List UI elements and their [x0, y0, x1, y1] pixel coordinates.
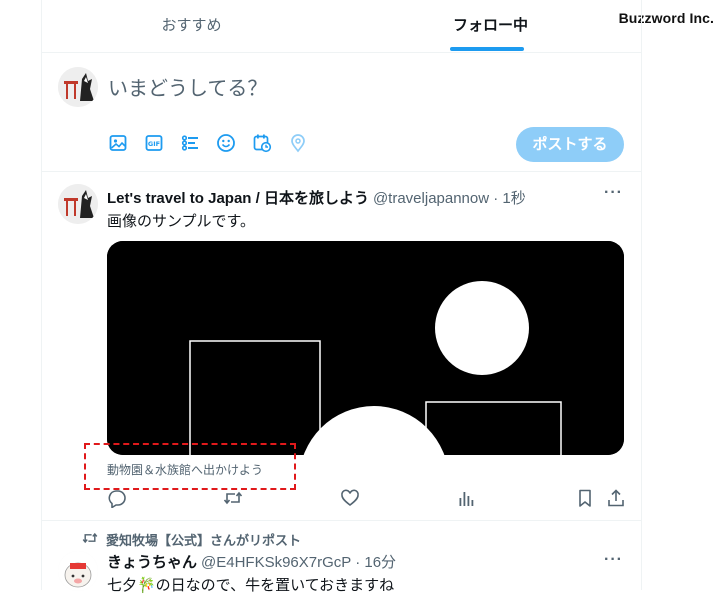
repost-header: きょうちゃん @E4HFKSk96X7rGcP · 16分	[107, 551, 396, 572]
image-caption: 動物園＆水族館へ出かけよう	[107, 463, 264, 477]
reposted-by-label[interactable]: 愛知牧場【公式】さんがリポスト	[106, 530, 301, 549]
active-tab-indicator	[450, 47, 524, 51]
author-name[interactable]: きょうちゃん	[107, 554, 197, 571]
repost-icon[interactable]	[223, 488, 243, 508]
tab-recommended[interactable]: おすすめ	[42, 0, 341, 52]
tweet-text: 画像のサンプルです。	[107, 213, 256, 230]
reposted-tweet[interactable]: 愛知牧場【公式】さんがリポスト きょうちゃん @E4HFKSk96X7rGcP ·…	[42, 521, 641, 594]
emoji-icon[interactable]	[216, 133, 236, 153]
share-icon[interactable]	[606, 488, 626, 508]
schedule-icon[interactable]	[252, 133, 272, 153]
tweet-image[interactable]	[107, 241, 624, 455]
location-icon[interactable]	[288, 133, 308, 153]
composer: GIF ポストする	[42, 53, 641, 172]
reply-icon[interactable]	[107, 488, 127, 509]
more-options-icon[interactable]: ···	[604, 551, 623, 569]
more-options-icon[interactable]: ···	[604, 184, 623, 202]
views-icon[interactable]	[456, 488, 476, 508]
tweet-text: 七夕🎋の日なので、牛を置いておきますね	[107, 577, 395, 594]
poll-icon[interactable]	[180, 133, 200, 153]
svg-text:GIF: GIF	[148, 140, 160, 148]
bookmark-icon[interactable]	[575, 488, 595, 508]
timeline-column: おすすめ フォロー中 GIF	[41, 0, 642, 594]
post-button[interactable]: ポストする	[516, 127, 624, 162]
avatar[interactable]	[58, 184, 98, 224]
tweet-actions	[107, 488, 626, 509]
tweet[interactable]: Let's travel to Japan / 日本を旅しよう @travelja…	[42, 172, 641, 521]
tab-following[interactable]: フォロー中	[341, 0, 640, 52]
timeline-tabs: おすすめ フォロー中	[42, 0, 641, 53]
avatar[interactable]	[58, 551, 98, 591]
compose-input[interactable]	[108, 73, 588, 105]
author-handle-time[interactable]: @E4HFKSk96X7rGcP · 16分	[201, 554, 396, 571]
avatar[interactable]	[58, 67, 98, 107]
like-icon[interactable]	[340, 488, 360, 508]
image-icon[interactable]	[108, 133, 128, 153]
repost-indicator-icon	[82, 530, 98, 546]
author-handle-time[interactable]: @traveljapannow · 1秒	[373, 190, 526, 207]
gif-icon[interactable]: GIF	[144, 133, 164, 153]
author-name[interactable]: Let's travel to Japan / 日本を旅しよう	[107, 190, 369, 207]
tweet-header: Let's travel to Japan / 日本を旅しよう @travelja…	[107, 187, 526, 208]
